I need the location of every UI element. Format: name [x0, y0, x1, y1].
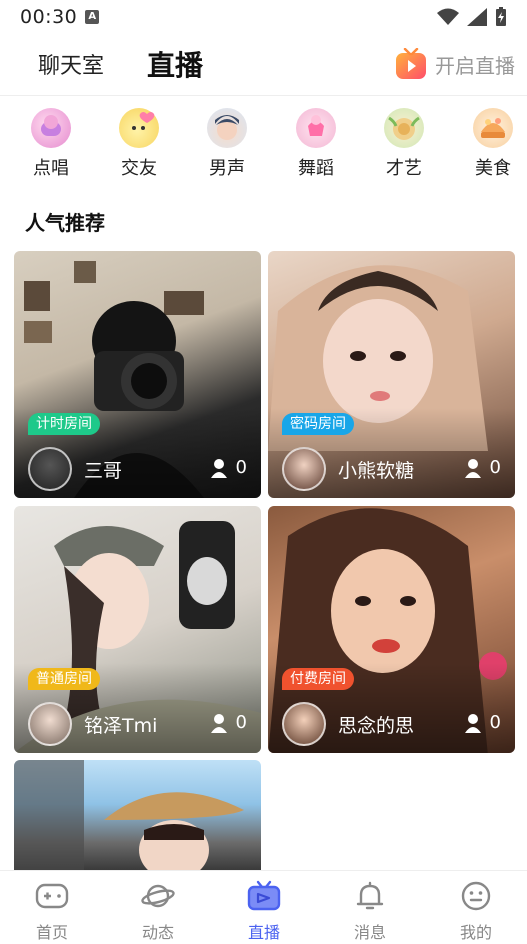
person-icon [210, 458, 227, 478]
viewer-count-value: 0 [489, 712, 501, 733]
category-item-food[interactable]: 美食 [463, 108, 523, 180]
room-card[interactable]: 计时房间 三哥 0 [14, 251, 261, 498]
category-label: 才艺 [386, 158, 422, 179]
male-avatar-icon [207, 108, 247, 148]
room-host-name: 思念的思 [338, 715, 415, 737]
signal-icon [467, 8, 487, 26]
category-item-sing[interactable]: 点唱 [21, 108, 81, 180]
keyboard-indicator-icon: A [85, 10, 100, 24]
viewer-count-value: 0 [235, 457, 247, 478]
nav-item-live[interactable]: 直播 [224, 879, 304, 943]
nav-label: 我的 [459, 923, 492, 942]
wifi-icon [437, 8, 459, 25]
start-live-button[interactable]: 开启直播 [395, 48, 515, 80]
avatar [28, 702, 72, 746]
room-host-name: 三哥 [84, 460, 123, 482]
room-type-badge: 计时房间 [28, 413, 100, 435]
viewer-count: 0 [210, 457, 247, 478]
tab-chatroom[interactable]: 聊天室 [38, 48, 104, 80]
avatar [28, 447, 72, 491]
nav-item-feed[interactable]: 动态 [118, 879, 198, 943]
person-icon [464, 458, 481, 478]
nav-item-messages[interactable]: 消息 [330, 879, 410, 943]
category-label: 美食 [475, 158, 511, 179]
tab-live[interactable]: 直播 [147, 44, 203, 84]
category-label: 点唱 [33, 158, 69, 179]
category-item-dance[interactable]: 舞蹈 [286, 108, 346, 180]
chick-heart-icon [119, 108, 159, 148]
nav-label: 直播 [247, 923, 280, 942]
bottom-nav: 首页 动态 直播 消息 我的 [0, 870, 527, 944]
bell-icon [353, 879, 387, 913]
room-card[interactable]: 普通房间 铭泽Tmi 0 [14, 506, 261, 753]
room-card[interactable] [14, 760, 261, 870]
avatar [282, 447, 326, 491]
microphone-icon [31, 108, 71, 148]
tv-icon [247, 879, 281, 913]
viewer-count: 0 [464, 712, 501, 733]
status-bar: 00:30 A [0, 0, 527, 34]
avatar [282, 702, 326, 746]
room-cover-image [14, 760, 261, 870]
viewer-count-value: 0 [235, 712, 247, 733]
room-type-badge: 普通房间 [28, 668, 100, 690]
nav-item-home[interactable]: 首页 [12, 879, 92, 943]
viewer-count-value: 0 [489, 457, 501, 478]
start-live-label: 开启直播 [435, 53, 515, 78]
talent-icon [384, 108, 424, 148]
category-item-friends[interactable]: 交友 [109, 108, 169, 180]
room-type-badge: 密码房间 [282, 413, 354, 435]
nav-item-profile[interactable]: 我的 [436, 879, 516, 943]
top-header: 聊天室 直播 开启直播 [0, 34, 527, 96]
category-row: 点唱 交友 男声 舞蹈 才艺 美食 [0, 108, 527, 184]
room-host-name: 铭泽Tmi [84, 715, 158, 737]
room-card[interactable]: 付费房间 思念的思 0 [268, 506, 515, 753]
viewer-count: 0 [210, 712, 247, 733]
room-host-name: 小熊软糖 [338, 460, 415, 482]
category-label: 男声 [209, 158, 245, 179]
food-icon [473, 108, 513, 148]
dance-icon [296, 108, 336, 148]
face-icon [459, 879, 493, 913]
category-item-male-voice[interactable]: 男声 [197, 108, 257, 180]
planet-icon [141, 879, 175, 913]
gamepad-icon [35, 879, 69, 913]
category-item-talent[interactable]: 才艺 [374, 108, 434, 180]
room-type-badge: 付费房间 [282, 668, 354, 690]
person-icon [464, 713, 481, 733]
status-icons [437, 7, 507, 27]
viewer-count: 0 [464, 457, 501, 478]
status-time: 00:30 [20, 6, 78, 28]
nav-label: 消息 [353, 923, 386, 942]
start-live-icon [396, 48, 426, 79]
nav-label: 首页 [35, 923, 68, 942]
category-label: 交友 [121, 158, 157, 179]
section-title-popular: 人气推荐 [25, 211, 105, 235]
battery-icon [496, 7, 506, 26]
person-icon [210, 713, 227, 733]
category-label: 舞蹈 [298, 158, 334, 179]
nav-label: 动态 [141, 923, 174, 942]
room-card[interactable]: 密码房间 小熊软糖 0 [268, 251, 515, 498]
